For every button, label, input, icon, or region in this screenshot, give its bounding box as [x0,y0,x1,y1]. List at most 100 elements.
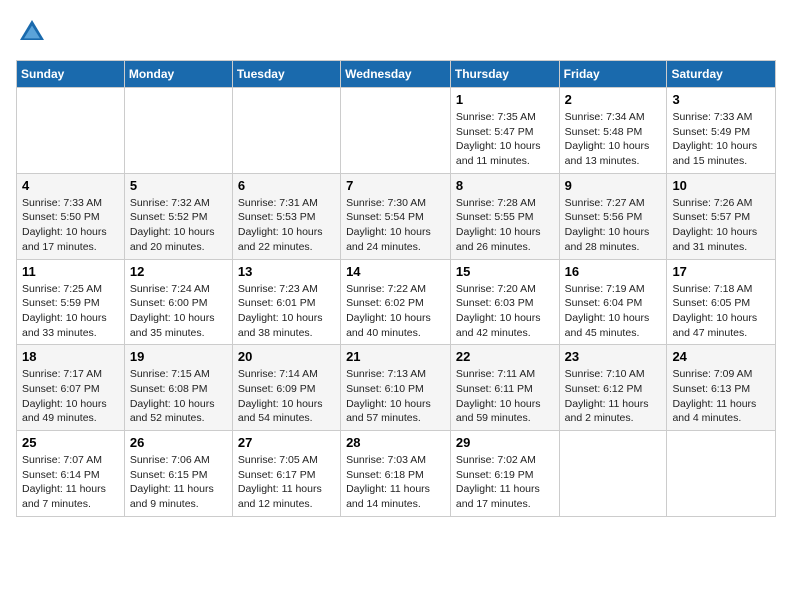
week-row-3: 18 Sunrise: 7:17 AMSunset: 6:07 PMDayligh… [17,345,776,431]
day-number: 4 [22,178,119,193]
day-info: Sunrise: 7:25 AMSunset: 5:59 PMDaylight:… [22,282,119,341]
header-row: SundayMondayTuesdayWednesdayThursdayFrid… [17,61,776,88]
day-number: 19 [130,349,227,364]
day-info: Sunrise: 7:34 AMSunset: 5:48 PMDaylight:… [565,110,662,169]
calendar-body: 1 Sunrise: 7:35 AMSunset: 5:47 PMDaylight… [17,88,776,517]
column-header-friday: Friday [559,61,667,88]
day-cell: 28Sunrise: 7:03 AMSunset: 6:18 PMDayligh… [341,431,451,517]
day-number: 26 [130,435,227,450]
week-row-0: 1 Sunrise: 7:35 AMSunset: 5:47 PMDaylight… [17,88,776,174]
column-header-saturday: Saturday [667,61,776,88]
day-info: Sunrise: 7:31 AMSunset: 5:53 PMDaylight:… [238,196,335,255]
day-info: Sunrise: 7:14 AMSunset: 6:09 PMDaylight:… [238,367,335,426]
day-number: 17 [672,264,770,279]
day-info: Sunrise: 7:13 AMSunset: 6:10 PMDaylight:… [346,367,445,426]
day-cell: 3 Sunrise: 7:33 AMSunset: 5:49 PMDaylight… [667,88,776,174]
day-info: Sunrise: 7:33 AMSunset: 5:49 PMDaylight:… [672,110,770,169]
day-info: Sunrise: 7:09 AMSunset: 6:13 PMDaylight:… [672,367,770,426]
day-number: 8 [456,178,554,193]
day-number: 16 [565,264,662,279]
day-cell: 21 Sunrise: 7:13 AMSunset: 6:10 PMDayligh… [341,345,451,431]
day-info: Sunrise: 7:33 AMSunset: 5:50 PMDaylight:… [22,196,119,255]
day-cell: 15Sunrise: 7:20 AMSunset: 6:03 PMDayligh… [450,259,559,345]
day-info: Sunrise: 7:11 AMSunset: 6:11 PMDaylight:… [456,367,554,426]
day-info: Sunrise: 7:10 AMSunset: 6:12 PMDaylight:… [565,367,662,426]
day-info: Sunrise: 7:35 AMSunset: 5:47 PMDaylight:… [456,110,554,169]
calendar-table: SundayMondayTuesdayWednesdayThursdayFrid… [16,60,776,517]
day-info: Sunrise: 7:06 AMSunset: 6:15 PMDaylight:… [130,453,227,512]
day-number: 22 [456,349,554,364]
day-number: 10 [672,178,770,193]
day-number: 1 [456,92,554,107]
column-header-monday: Monday [124,61,232,88]
day-number: 9 [565,178,662,193]
day-cell: 25 Sunrise: 7:07 AMSunset: 6:14 PMDayligh… [17,431,125,517]
calendar-header: SundayMondayTuesdayWednesdayThursdayFrid… [17,61,776,88]
day-number: 2 [565,92,662,107]
day-info: Sunrise: 7:27 AMSunset: 5:56 PMDaylight:… [565,196,662,255]
day-info: Sunrise: 7:17 AMSunset: 6:07 PMDaylight:… [22,367,119,426]
day-cell: 8 Sunrise: 7:28 AMSunset: 5:55 PMDaylight… [450,173,559,259]
day-cell: 16 Sunrise: 7:19 AMSunset: 6:04 PMDayligh… [559,259,667,345]
week-row-1: 4 Sunrise: 7:33 AMSunset: 5:50 PMDaylight… [17,173,776,259]
day-cell: 11 Sunrise: 7:25 AMSunset: 5:59 PMDayligh… [17,259,125,345]
day-cell: 22 Sunrise: 7:11 AMSunset: 6:11 PMDayligh… [450,345,559,431]
day-number: 6 [238,178,335,193]
column-header-wednesday: Wednesday [341,61,451,88]
day-cell: 14 Sunrise: 7:22 AMSunset: 6:02 PMDayligh… [341,259,451,345]
logo [16,16,52,48]
day-number: 29 [456,435,554,450]
day-number: 15 [456,264,554,279]
page-header [16,16,776,48]
day-info: Sunrise: 7:30 AMSunset: 5:54 PMDaylight:… [346,196,445,255]
day-cell: 6 Sunrise: 7:31 AMSunset: 5:53 PMDaylight… [232,173,340,259]
day-number: 21 [346,349,445,364]
day-cell: 13Sunrise: 7:23 AMSunset: 6:01 PMDayligh… [232,259,340,345]
day-cell: 1 Sunrise: 7:35 AMSunset: 5:47 PMDaylight… [450,88,559,174]
column-header-sunday: Sunday [17,61,125,88]
day-info: Sunrise: 7:23 AMSunset: 6:01 PMDaylight:… [238,282,335,341]
day-info: Sunrise: 7:15 AMSunset: 6:08 PMDaylight:… [130,367,227,426]
day-number: 23 [565,349,662,364]
day-number: 5 [130,178,227,193]
day-number: 24 [672,349,770,364]
day-cell: 24 Sunrise: 7:09 AMSunset: 6:13 PMDayligh… [667,345,776,431]
day-number: 11 [22,264,119,279]
day-number: 18 [22,349,119,364]
day-info: Sunrise: 7:18 AMSunset: 6:05 PMDaylight:… [672,282,770,341]
day-cell: 18 Sunrise: 7:17 AMSunset: 6:07 PMDayligh… [17,345,125,431]
day-number: 7 [346,178,445,193]
day-info: Sunrise: 7:22 AMSunset: 6:02 PMDaylight:… [346,282,445,341]
day-cell: 23 Sunrise: 7:10 AMSunset: 6:12 PMDayligh… [559,345,667,431]
day-cell [559,431,667,517]
day-info: Sunrise: 7:28 AMSunset: 5:55 PMDaylight:… [456,196,554,255]
day-cell [124,88,232,174]
day-number: 27 [238,435,335,450]
day-info: Sunrise: 7:19 AMSunset: 6:04 PMDaylight:… [565,282,662,341]
day-cell: 5 Sunrise: 7:32 AMSunset: 5:52 PMDaylight… [124,173,232,259]
day-number: 3 [672,92,770,107]
day-number: 28 [346,435,445,450]
day-number: 14 [346,264,445,279]
day-cell: 27Sunrise: 7:05 AMSunset: 6:17 PMDayligh… [232,431,340,517]
day-number: 25 [22,435,119,450]
day-info: Sunrise: 7:24 AMSunset: 6:00 PMDaylight:… [130,282,227,341]
day-cell [17,88,125,174]
column-header-thursday: Thursday [450,61,559,88]
day-cell: 2 Sunrise: 7:34 AMSunset: 5:48 PMDaylight… [559,88,667,174]
day-number: 12 [130,264,227,279]
week-row-4: 25 Sunrise: 7:07 AMSunset: 6:14 PMDayligh… [17,431,776,517]
day-info: Sunrise: 7:07 AMSunset: 6:14 PMDaylight:… [22,453,119,512]
day-info: Sunrise: 7:26 AMSunset: 5:57 PMDaylight:… [672,196,770,255]
day-number: 20 [238,349,335,364]
day-cell: 26 Sunrise: 7:06 AMSunset: 6:15 PMDayligh… [124,431,232,517]
day-info: Sunrise: 7:32 AMSunset: 5:52 PMDaylight:… [130,196,227,255]
day-cell: 10 Sunrise: 7:26 AMSunset: 5:57 PMDayligh… [667,173,776,259]
day-cell: 9 Sunrise: 7:27 AMSunset: 5:56 PMDaylight… [559,173,667,259]
day-cell: 29 Sunrise: 7:02 AMSunset: 6:19 PMDayligh… [450,431,559,517]
day-info: Sunrise: 7:02 AMSunset: 6:19 PMDaylight:… [456,453,554,512]
week-row-2: 11 Sunrise: 7:25 AMSunset: 5:59 PMDayligh… [17,259,776,345]
day-cell: 17 Sunrise: 7:18 AMSunset: 6:05 PMDayligh… [667,259,776,345]
logo-icon [16,16,48,48]
day-cell: 20 Sunrise: 7:14 AMSunset: 6:09 PMDayligh… [232,345,340,431]
